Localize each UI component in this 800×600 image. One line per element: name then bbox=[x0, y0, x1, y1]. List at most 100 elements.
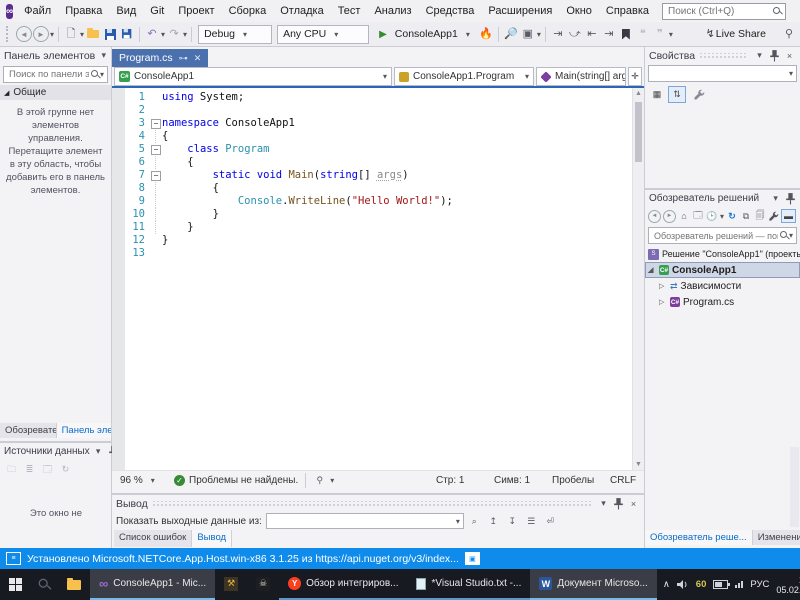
output-header[interactable]: Вывод ▾ × bbox=[112, 495, 644, 512]
properties-object-dropdown[interactable]: ▾ bbox=[648, 65, 797, 82]
uncomment-icon[interactable]: ❞ bbox=[652, 26, 668, 42]
data-sources-header[interactable]: Источники данных ▾ × bbox=[0, 443, 112, 460]
redo-icon[interactable]: ↷ bbox=[166, 26, 182, 42]
menu-проект[interactable]: Проект bbox=[171, 4, 221, 18]
menu-сборка[interactable]: Сборка bbox=[222, 4, 274, 18]
language-indicator[interactable]: РУС bbox=[750, 579, 769, 590]
quick-search[interactable] bbox=[662, 2, 787, 20]
attach-caret[interactable]: ▾ bbox=[537, 30, 541, 39]
solution-search-input[interactable] bbox=[652, 229, 780, 242]
solution-explorer-header[interactable]: Обозреватель решений ▾ × bbox=[645, 190, 800, 207]
toolbox-search[interactable]: ▾ bbox=[3, 66, 108, 83]
solution-explorer-menu-caret[interactable]: ▾ bbox=[769, 192, 782, 205]
menu-файл[interactable]: Файл bbox=[17, 4, 58, 18]
configuration-dropdown[interactable]: Debug ▾ bbox=[198, 24, 273, 44]
redo-caret[interactable]: ▾ bbox=[183, 30, 187, 39]
code-line-3[interactable]: 3− namespace ConsoleApp1 bbox=[112, 117, 644, 130]
navigate-back-icon[interactable]: ◄ bbox=[16, 26, 32, 42]
scroll-up-icon[interactable]: ▲ bbox=[633, 88, 644, 99]
new-file-icon[interactable]: 🗋 bbox=[63, 26, 79, 42]
undo-caret[interactable]: ▾ bbox=[161, 30, 165, 39]
problems-label[interactable]: Проблемы не найдены. bbox=[189, 475, 298, 486]
add-source-icon[interactable]: 🗀 bbox=[5, 463, 18, 476]
categorize-icon[interactable]: ▦ bbox=[649, 87, 665, 102]
spaces-label[interactable]: Пробелы bbox=[552, 475, 610, 486]
output-close-icon[interactable]: × bbox=[627, 497, 640, 510]
undo-icon[interactable]: ↶ bbox=[144, 26, 160, 42]
navbar-member-dropdown[interactable]: Main(string[] args)▾ bbox=[536, 67, 626, 86]
alphabetical-sort-icon[interactable]: ⇅ bbox=[668, 86, 686, 103]
zoom-dropdown[interactable]: 96 % ▾ bbox=[116, 475, 170, 486]
live-share-label[interactable]: Live Share bbox=[716, 28, 766, 40]
run-button[interactable]: ▶ ConsoleApp1 ▾ bbox=[374, 26, 475, 43]
code-line-11[interactable]: 11 } bbox=[112, 221, 644, 234]
editor-vertical-scrollbar[interactable]: ▲ ▼ bbox=[632, 88, 644, 470]
tree-row-project[interactable]: ◢ C# ConsoleApp1 bbox=[645, 262, 800, 278]
live-share-icon[interactable]: ↯ bbox=[706, 26, 715, 42]
toolbox-menu-caret[interactable]: ▾ bbox=[97, 49, 110, 62]
output-source-dropdown[interactable]: ▾ bbox=[265, 513, 464, 529]
tab-output[interactable]: Вывод bbox=[192, 530, 233, 547]
fold-column[interactable]: − bbox=[150, 143, 162, 156]
toolbox-header[interactable]: Панель элементов ▾ × bbox=[0, 47, 111, 64]
toolbox-section-general[interactable]: ◢ Общие bbox=[0, 85, 111, 100]
show-all-files-icon[interactable]: 🗐 bbox=[754, 210, 766, 223]
tab-pin-icon[interactable]: ⊶ bbox=[179, 53, 188, 64]
save-all-icon[interactable] bbox=[119, 26, 135, 42]
fold-collapse-icon[interactable]: − bbox=[151, 145, 161, 155]
taskbar-game2-button[interactable]: ☠ bbox=[247, 569, 279, 600]
tree-row-program-cs[interactable]: ▷ C# Program.cs bbox=[645, 294, 800, 310]
find-message-icon[interactable]: ⌕ bbox=[468, 515, 481, 528]
step-over-icon[interactable]: ⤻ bbox=[567, 26, 583, 42]
bookmark-icon[interactable] bbox=[618, 26, 634, 42]
fold-column[interactable]: − bbox=[150, 117, 162, 130]
code-line-1[interactable]: 1 using System; bbox=[112, 91, 644, 104]
tab-solution-explorer[interactable]: Обозреватель реше... bbox=[645, 530, 753, 545]
step-into-icon[interactable]: ⇥ bbox=[550, 26, 566, 42]
toolbox-search-caret[interactable]: ▾ bbox=[100, 70, 104, 79]
se-properties-icon[interactable] bbox=[768, 211, 779, 222]
code-line-8[interactable]: 8 { bbox=[112, 182, 644, 195]
file-explorer-button[interactable] bbox=[58, 569, 90, 600]
scroll-down-icon[interactable]: ▼ bbox=[633, 459, 644, 470]
split-window-button[interactable]: ✛ bbox=[628, 67, 642, 86]
solution-search-caret[interactable]: ▾ bbox=[789, 231, 793, 240]
tray-chevron-icon[interactable]: ∧ bbox=[663, 579, 670, 590]
menu-окно[interactable]: Окно bbox=[559, 4, 599, 18]
navigate-forward-icon[interactable]: ► bbox=[33, 26, 49, 42]
code-line-7[interactable]: 7− static void Main(string[] args) bbox=[112, 169, 644, 182]
navbar-project-dropdown[interactable]: C# ConsoleApp1 ▾ bbox=[114, 67, 392, 86]
code-line-12[interactable]: 12} bbox=[112, 234, 644, 247]
hot-reload-icon[interactable]: 🔥 bbox=[478, 26, 494, 42]
code-cleanup-icon[interactable]: ⚲ bbox=[313, 474, 326, 487]
code-line-2[interactable]: 2 bbox=[112, 104, 644, 117]
edit-source-icon[interactable]: ≣ bbox=[23, 463, 36, 476]
se-back-icon[interactable]: ◄ bbox=[648, 209, 661, 223]
nuget-output-icon[interactable]: ≡ bbox=[6, 552, 21, 565]
code-line-4[interactable]: 4{ bbox=[112, 130, 644, 143]
pending-changes-icon[interactable]: 🕒 bbox=[706, 210, 718, 223]
platform-dropdown[interactable]: Any CPU ▾ bbox=[277, 24, 370, 44]
clock[interactable]: 17:31 05.02.2023 bbox=[776, 575, 800, 595]
new-file-caret[interactable]: ▾ bbox=[80, 30, 84, 39]
fold-column[interactable]: − bbox=[150, 169, 162, 182]
taskbar-vs-button[interactable]: ∞ ConsoleApp1 - Mic... bbox=[90, 569, 216, 600]
data-sources-menu-caret[interactable]: ▾ bbox=[92, 445, 105, 458]
share-pin-icon[interactable]: ⚲ bbox=[781, 26, 797, 42]
tab-git-changes[interactable]: Изменения Git — п... bbox=[752, 530, 800, 545]
solution-explorer-search[interactable]: ▾ bbox=[648, 227, 797, 244]
menu-вид[interactable]: Вид bbox=[109, 4, 143, 18]
scrollbar-thumb[interactable] bbox=[635, 102, 642, 162]
nest-files-icon[interactable]: ⧉ bbox=[740, 210, 752, 223]
properties-pin-icon[interactable] bbox=[768, 49, 781, 62]
menu-расширения[interactable]: Расширения bbox=[481, 4, 559, 18]
indent-less-icon[interactable]: ⇤ bbox=[584, 26, 600, 42]
solution-explorer-pin-icon[interactable] bbox=[784, 192, 797, 205]
fold-collapse-icon[interactable]: − bbox=[151, 171, 161, 181]
refresh-icon[interactable]: ↻ bbox=[726, 210, 738, 223]
code-line-9[interactable]: 9 Console.WriteLine("Hello World!"); bbox=[112, 195, 644, 208]
tree-row-dependencies[interactable]: ▷ ⇄ Зависимости bbox=[645, 278, 800, 294]
pending-caret[interactable]: ▾ bbox=[720, 212, 724, 221]
clear-all-icon[interactable]: ☰ bbox=[525, 515, 538, 528]
battery-icon[interactable] bbox=[713, 580, 731, 589]
